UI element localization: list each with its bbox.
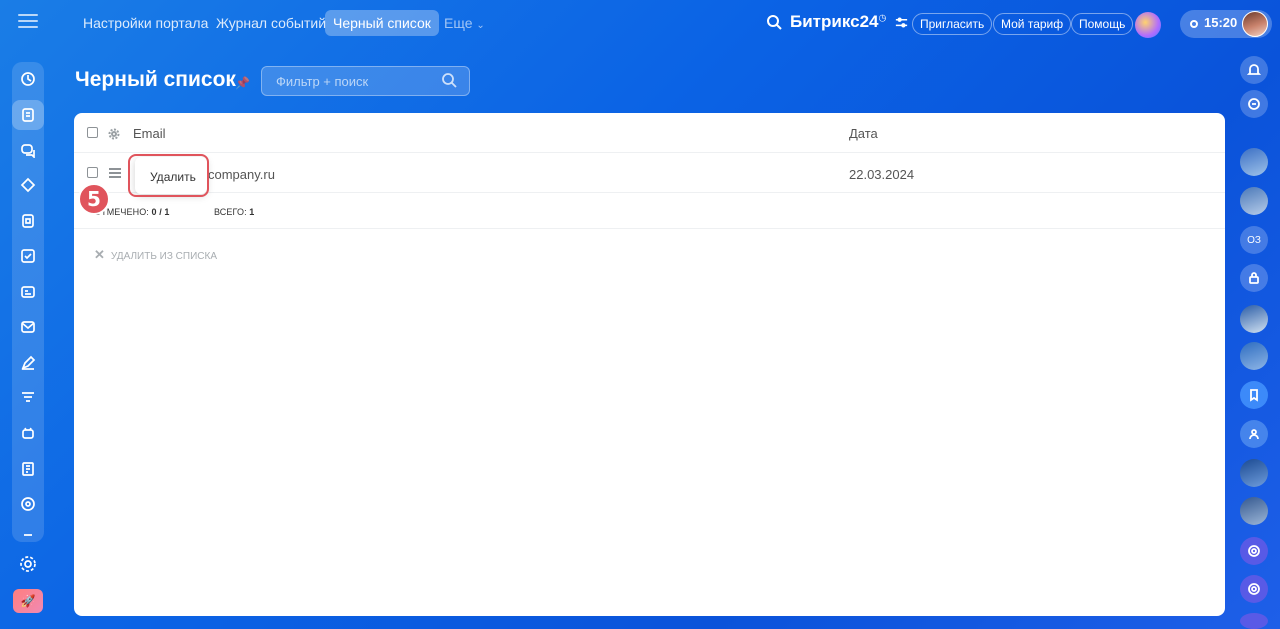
avatar[interactable]: [1240, 497, 1268, 525]
marked-value: 0 / 1: [151, 207, 170, 217]
total-label: ВСЕГО:: [214, 207, 247, 217]
chevron-down-icon: ⌄: [476, 20, 485, 31]
copilot-icon[interactable]: [1135, 12, 1161, 38]
avatar[interactable]: [1240, 342, 1268, 370]
left-sidebar: 🚀: [0, 0, 56, 629]
remove-from-list-button[interactable]: ✕ УДАЛИТЬ ИЗ СПИСКА: [94, 247, 217, 263]
activity-icon[interactable]: [16, 67, 40, 91]
grid-header: Email Дата: [74, 113, 1225, 153]
tab-event-log[interactable]: Журнал событий: [208, 10, 334, 36]
brand-name: Битрикс24: [790, 12, 879, 31]
avatar[interactable]: [1240, 459, 1268, 487]
clock-icon: ◷: [878, 12, 887, 23]
tasks-icon[interactable]: [12, 100, 44, 130]
page-title: Черный список: [75, 68, 236, 91]
spiral-icon[interactable]: [1240, 537, 1268, 565]
gear-icon[interactable]: [108, 127, 120, 140]
avatar[interactable]: [1240, 305, 1268, 333]
group-icon[interactable]: [1240, 420, 1268, 448]
row-menu-icon[interactable]: [109, 168, 121, 178]
select-all-checkbox[interactable]: [87, 127, 98, 138]
more-apps-icon[interactable]: [16, 528, 40, 542]
document-icon[interactable]: [16, 457, 40, 481]
crm-icon[interactable]: [16, 173, 40, 197]
sign-icon[interactable]: [16, 351, 40, 375]
tab-blacklist[interactable]: Черный список: [325, 10, 439, 36]
search-icon[interactable]: [441, 72, 459, 90]
help-button[interactable]: Помощь: [1071, 13, 1134, 35]
status-dot-icon: [1190, 20, 1198, 28]
pin-icon[interactable]: 📌: [235, 76, 250, 90]
settings-icon[interactable]: [16, 552, 40, 576]
row-checkbox[interactable]: [87, 167, 98, 178]
filter-search-input[interactable]: [261, 66, 470, 96]
contact-card-icon[interactable]: [16, 280, 40, 304]
avatar[interactable]: [1240, 148, 1268, 176]
user-avatar[interactable]: [1242, 11, 1268, 37]
checklist-icon[interactable]: [16, 244, 40, 268]
group-chat-oz[interactable]: ОЗ: [1240, 226, 1268, 254]
brand-logo[interactable]: Битрикс24◷: [790, 12, 886, 32]
chat-icon[interactable]: [16, 138, 40, 162]
time-label: 15:20: [1204, 15, 1238, 30]
rocket-icon[interactable]: 🚀: [13, 589, 43, 613]
robot-icon[interactable]: [16, 421, 40, 445]
sliders-icon[interactable]: [894, 15, 910, 31]
blacklist-grid: Email Дата company.ru 22.03.2024 ОТМЕЧЕН…: [74, 113, 1225, 616]
tariff-button[interactable]: Мой тариф: [993, 13, 1072, 35]
grid-footer: ОТМЕЧЕНО: 0 / 1 ВСЕГО: 1: [74, 193, 1225, 229]
total-value: 1: [249, 207, 255, 217]
tab-portal-settings[interactable]: Настройки портала: [75, 10, 216, 36]
right-sidebar: ОЗ: [1234, 48, 1274, 629]
invite-button[interactable]: Пригласить: [912, 13, 993, 35]
messenger-icon[interactable]: [1240, 90, 1268, 118]
total-count: ВСЕГО: 1: [214, 207, 254, 217]
search-icon[interactable]: [766, 14, 784, 32]
drive-icon[interactable]: [16, 209, 40, 233]
table-row[interactable]: company.ru 22.03.2024: [74, 153, 1225, 193]
column-email[interactable]: Email: [133, 126, 166, 141]
spiral-icon[interactable]: [1240, 575, 1268, 603]
tab-more-label: Еще: [444, 15, 473, 31]
column-date[interactable]: Дата: [849, 126, 878, 141]
mail-icon[interactable]: [16, 315, 40, 339]
lock-icon[interactable]: [1240, 264, 1268, 292]
tab-more[interactable]: Еще ⌄: [436, 10, 493, 36]
bookmark-icon[interactable]: [1240, 381, 1268, 409]
avatar[interactable]: [1240, 187, 1268, 215]
funnel-icon[interactable]: [16, 386, 40, 410]
highlight-frame: [128, 154, 209, 197]
row-date: 22.03.2024: [849, 167, 915, 182]
step-badge: 5: [78, 183, 110, 215]
bell-icon[interactable]: [1240, 56, 1268, 84]
target-icon[interactable]: [16, 492, 40, 516]
close-icon: ✕: [94, 247, 105, 262]
top-bar: Настройки портала Журнал событий Черный …: [56, 0, 1280, 48]
time-widget[interactable]: 15:20: [1180, 10, 1272, 38]
menu-icon[interactable]: [18, 14, 38, 30]
row-email: company.ru: [208, 167, 275, 182]
spiral-icon[interactable]: [1240, 613, 1268, 629]
remove-from-list-label: УДАЛИТЬ ИЗ СПИСКА: [110, 251, 217, 262]
